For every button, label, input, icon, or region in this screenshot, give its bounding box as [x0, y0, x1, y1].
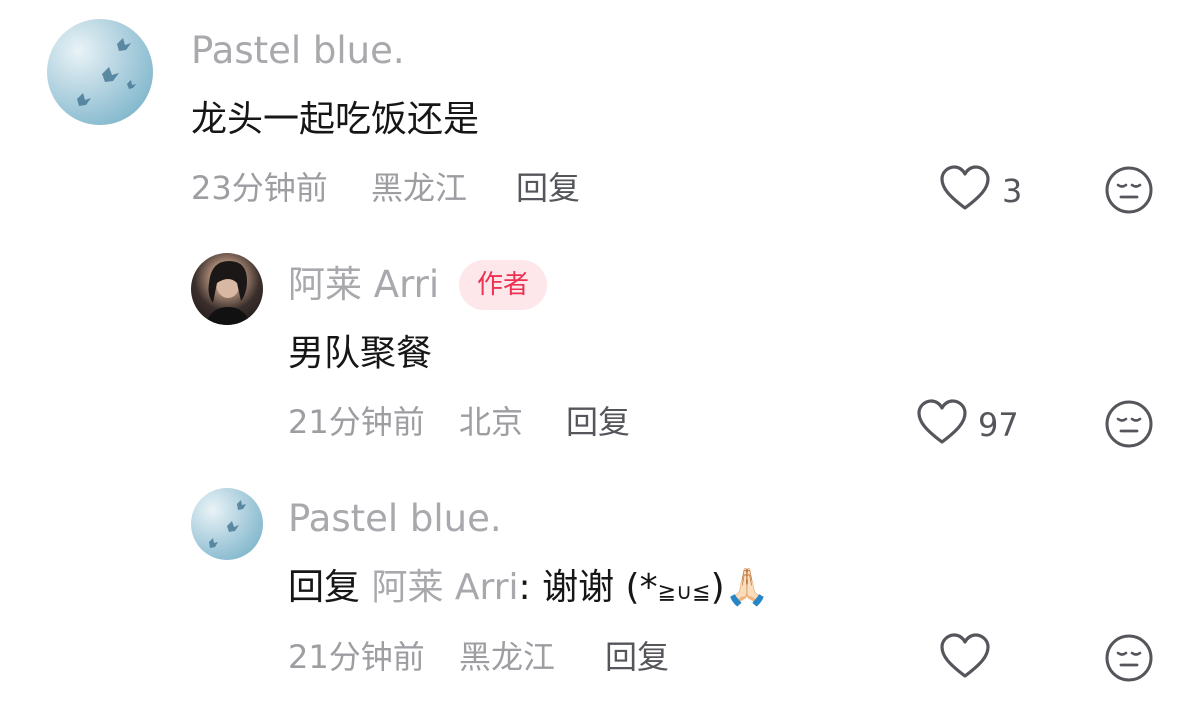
- heart-outline-icon: [940, 165, 990, 210]
- comment-location: 黑龙江: [459, 638, 556, 676]
- comment-username[interactable]: Pastel blue.: [191, 29, 405, 73]
- comment-text: 回复 阿莱 Arri: 谢谢 (*≧∪≦)🙏🏻: [288, 566, 769, 615]
- reply-prefix: 回复: [288, 567, 361, 608]
- dislike-button[interactable]: [1104, 399, 1154, 449]
- portrait-icon: [205, 261, 251, 325]
- folded-hands-emoji: 🙏🏻: [724, 567, 770, 608]
- avatar[interactable]: [191, 488, 263, 560]
- avatar[interactable]: [47, 19, 153, 125]
- heart-outline-icon: [917, 399, 967, 444]
- kaomoji: ≧∪≦: [657, 580, 711, 605]
- comment-time: 23分钟前: [191, 169, 328, 207]
- like-button[interactable]: [939, 164, 991, 214]
- reply-button[interactable]: 回复: [516, 168, 580, 208]
- neutral-face-icon: [1105, 634, 1153, 682]
- comment-text: 男队聚餐: [288, 333, 433, 374]
- butterfly-pattern-icon: [77, 38, 136, 106]
- like-count: 97: [978, 406, 1019, 444]
- comment-text: 龙头一起吃饭还是: [191, 99, 480, 140]
- comment-location: 北京: [459, 403, 524, 441]
- reply-text-tail: ): [710, 567, 725, 608]
- comment-username[interactable]: 阿莱 Arri: [288, 263, 439, 307]
- dislike-button[interactable]: [1104, 165, 1154, 215]
- dislike-button[interactable]: [1104, 633, 1154, 683]
- reply-button[interactable]: 回复: [605, 637, 669, 677]
- like-button[interactable]: [916, 398, 968, 448]
- author-badge: 作者: [459, 260, 548, 310]
- heart-outline-icon: [940, 633, 990, 678]
- comment-time: 21分钟前: [288, 638, 425, 676]
- neutral-face-icon: [1105, 400, 1153, 448]
- butterfly-pattern-icon: [209, 500, 246, 548]
- reply-button[interactable]: 回复: [566, 402, 630, 442]
- neutral-face-icon: [1105, 166, 1153, 214]
- like-button[interactable]: [939, 632, 991, 682]
- comment-time: 21分钟前: [288, 403, 425, 441]
- avatar[interactable]: [191, 253, 263, 325]
- reply-text: 谢谢 (*: [530, 567, 658, 608]
- mention-link[interactable]: 阿莱 Arri: [371, 567, 518, 608]
- colon: :: [518, 567, 531, 608]
- comment-location: 黑龙江: [371, 169, 468, 207]
- comment-username[interactable]: Pastel blue.: [288, 497, 502, 541]
- like-count: 3: [1002, 172, 1023, 210]
